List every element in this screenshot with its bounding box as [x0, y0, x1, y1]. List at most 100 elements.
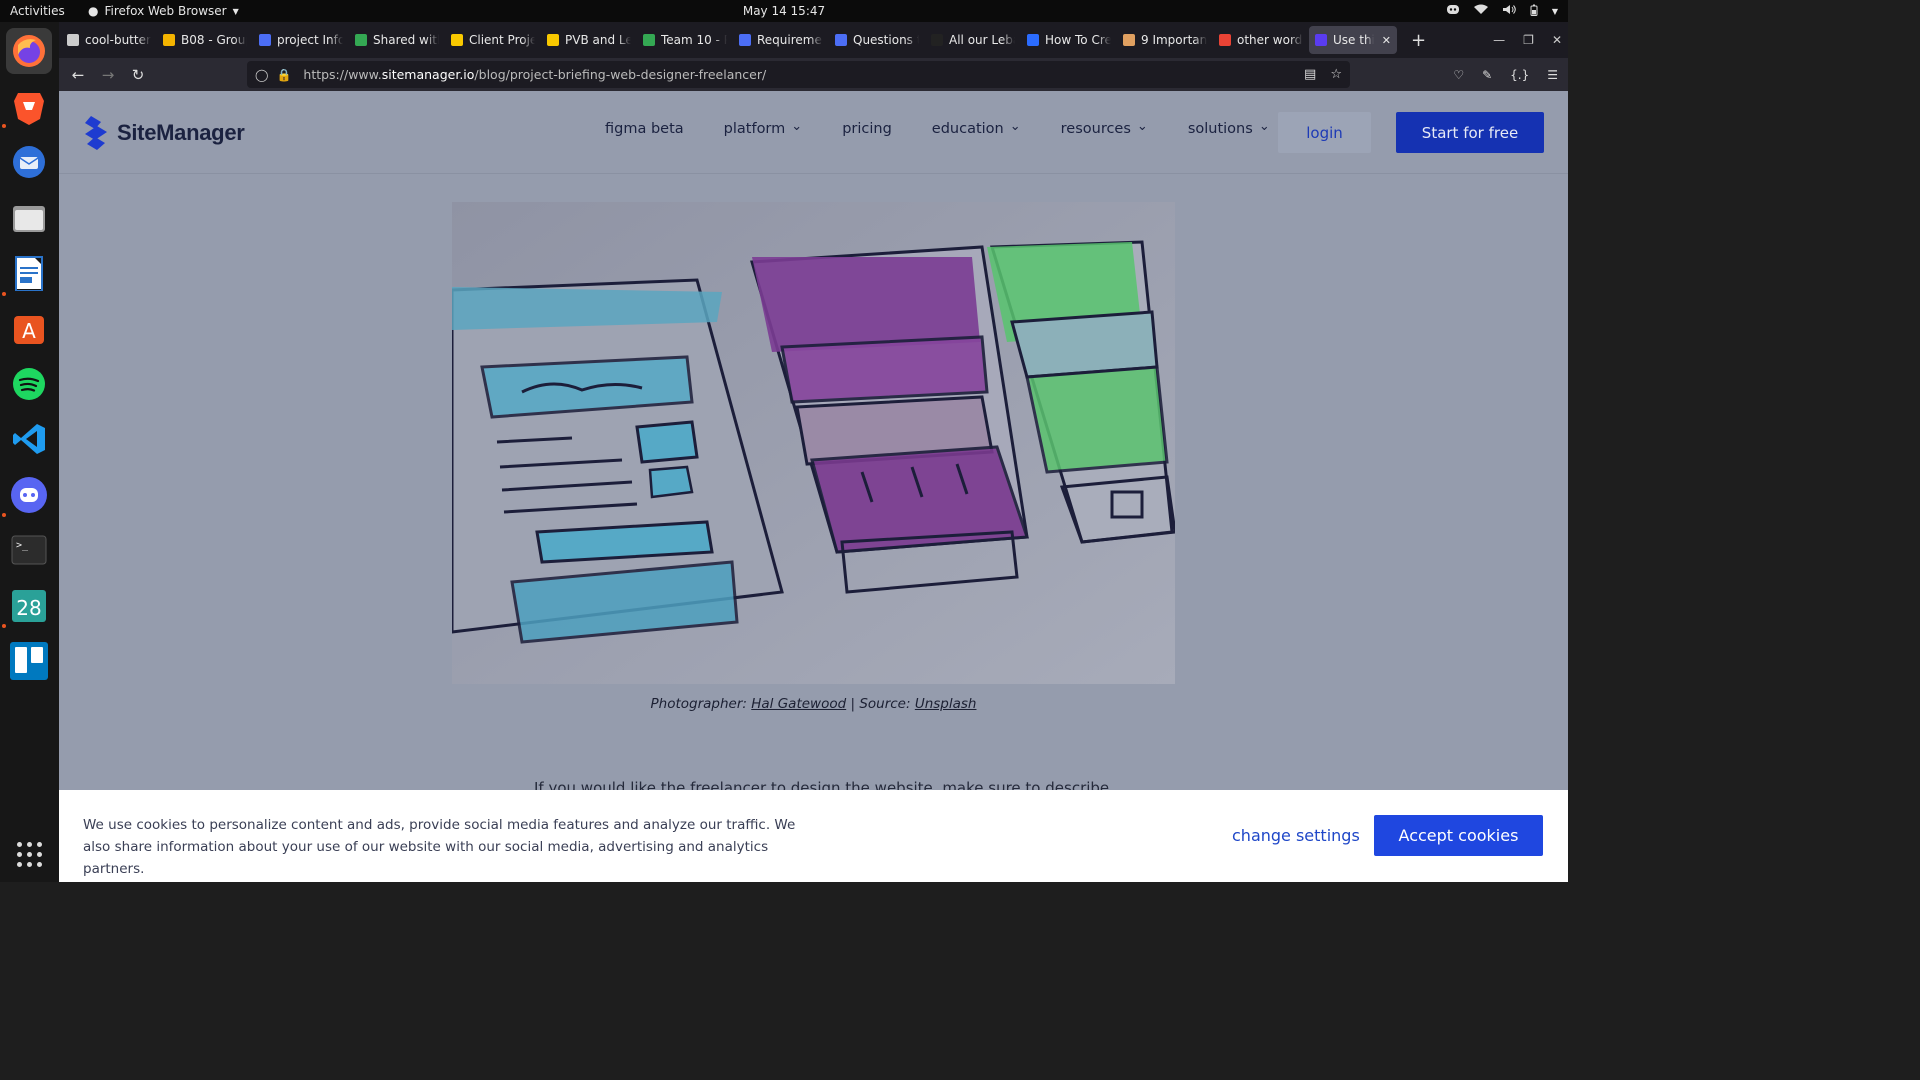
tab-favicon-icon — [259, 34, 271, 46]
tab-label: Use this f — [1333, 33, 1374, 47]
tray-menu-caret-icon[interactable]: ▼ — [1552, 7, 1558, 16]
tab-favicon-icon — [1219, 34, 1231, 46]
writer-icon[interactable] — [6, 250, 52, 296]
browser-tab[interactable]: How To Cre — [1021, 26, 1117, 54]
wireframe-sketch-illustration — [452, 202, 1175, 684]
thunderbird-icon[interactable] — [6, 139, 52, 185]
browser-tab[interactable]: other word — [1213, 26, 1309, 54]
tab-label: How To Cre — [1045, 33, 1111, 47]
svg-text:28: 28 — [16, 596, 41, 620]
tracking-shield-icon[interactable]: ◯ — [255, 68, 268, 82]
tab-label: B08 - Group — [181, 33, 247, 47]
back-icon[interactable]: ← — [63, 66, 93, 84]
show-apps-icon[interactable] — [17, 842, 42, 867]
login-button[interactable]: login — [1278, 112, 1371, 153]
brave-icon[interactable] — [6, 84, 52, 130]
browser-tab[interactable]: B08 - Group — [157, 26, 253, 54]
files-icon[interactable] — [6, 195, 52, 241]
source-link[interactable]: Unsplash — [915, 696, 977, 712]
app-menu[interactable]: ● Firefox Web Browser ▼ — [88, 4, 239, 18]
reload-icon[interactable]: ↻ — [123, 66, 153, 84]
browser-tab[interactable]: Requiremen — [733, 26, 829, 54]
trello-icon[interactable] — [6, 638, 52, 684]
tab-favicon-icon — [163, 34, 175, 46]
tab-favicon-icon — [1315, 34, 1327, 46]
tab-favicon-icon — [1027, 34, 1039, 46]
volume-icon[interactable] — [1502, 4, 1516, 18]
window-controls: — ❐ ✕ — [1493, 22, 1562, 58]
terminal-icon[interactable]: >_ — [6, 527, 52, 573]
tab-strip: cool-butter B08 - Group project Info Shared… — [59, 22, 1568, 58]
running-indicator — [2, 124, 6, 128]
system-top-bar: Activities ● Firefox Web Browser ▼ May 1… — [0, 0, 1568, 22]
nav-item-education[interactable]: education ⌄ — [931, 119, 1021, 138]
browser-tab[interactable]: All our Leba — [925, 26, 1021, 54]
browser-tab[interactable]: cool-butter — [61, 26, 157, 54]
tab-favicon-icon — [1123, 34, 1135, 46]
tab-label: Team 10 - P — [661, 33, 727, 47]
restore-icon[interactable]: ❐ — [1523, 33, 1534, 47]
chevron-down-icon: ⌄ — [1258, 118, 1270, 134]
start-for-free-button[interactable]: Start for free — [1396, 112, 1544, 153]
close-tab-icon[interactable]: ✕ — [1382, 34, 1391, 47]
battery-icon[interactable] — [1530, 4, 1538, 19]
wifi-icon[interactable] — [1473, 4, 1488, 18]
hamburger-menu-icon[interactable]: ☰ — [1547, 68, 1558, 82]
accept-cookies-button[interactable]: Accept cookies — [1374, 815, 1543, 856]
pocket-icon[interactable]: ♡ — [1453, 68, 1464, 82]
tab-label: other word — [1237, 33, 1303, 47]
browser-tab[interactable]: Shared with — [349, 26, 445, 54]
cookie-banner: We use cookies to personalize content an… — [59, 790, 1568, 882]
site-logo[interactable]: SiteManager — [83, 115, 245, 151]
firefox-icon[interactable] — [6, 28, 52, 74]
nav-item-solutions[interactable]: solutions ⌄ — [1188, 118, 1270, 138]
chevron-down-icon: ⌄ — [791, 118, 803, 134]
lock-icon[interactable]: 🔒 — [276, 68, 291, 82]
calendar-icon[interactable]: 28 — [6, 583, 52, 629]
nav-item-label: education — [931, 121, 1004, 137]
extension-braces-icon[interactable]: {.} — [1510, 68, 1529, 82]
site-nav: figma beta platform ⌄ pricing education ⌄ reso… — [605, 118, 1310, 138]
tab-favicon-icon — [355, 34, 367, 46]
browser-tab[interactable]: Use this f ✕ — [1309, 26, 1397, 54]
sitemanager-logo-icon — [85, 116, 107, 150]
tab-label: project Info — [277, 33, 343, 47]
browser-tab[interactable]: project Info — [253, 26, 349, 54]
cookie-message: We use cookies to personalize content an… — [83, 817, 796, 877]
photographer-link[interactable]: Hal Gatewood — [751, 696, 846, 712]
dock: A >_ 28 — [0, 22, 59, 882]
discord-tray-icon[interactable] — [1446, 4, 1460, 18]
address-bar[interactable]: ◯ 🔒 https://www.sitemanager.io/blog/proj… — [247, 61, 1350, 88]
new-tab-button[interactable]: + — [1411, 30, 1426, 51]
system-tray[interactable]: ▼ — [1446, 0, 1558, 22]
minimize-icon[interactable]: — — [1493, 33, 1505, 47]
spotify-icon[interactable] — [6, 361, 52, 407]
activities-button[interactable]: Activities — [0, 4, 80, 18]
nav-item-platform[interactable]: platform ⌄ — [724, 118, 803, 138]
tab-favicon-icon — [931, 34, 943, 46]
tab-label: Client Proje — [469, 33, 535, 47]
browser-tab[interactable]: Client Proje — [445, 26, 541, 54]
vscode-icon[interactable] — [6, 416, 52, 462]
nav-item-figma-beta[interactable]: figma beta — [605, 121, 684, 137]
browser-tab[interactable]: 9 Important — [1117, 26, 1213, 54]
tab-label: 9 Important — [1141, 33, 1207, 47]
tab-favicon-icon — [835, 34, 847, 46]
browser-tab[interactable]: Team 10 - P — [637, 26, 733, 54]
nav-item-resources[interactable]: resources ⌄ — [1061, 119, 1148, 138]
app-center-icon[interactable]: A — [6, 305, 52, 351]
bookmark-star-icon[interactable]: ☆ — [1330, 67, 1342, 82]
discord-icon[interactable] — [6, 472, 52, 518]
browser-tab[interactable]: Questions t — [829, 26, 925, 54]
tab-favicon-icon — [67, 34, 79, 46]
close-window-icon[interactable]: ✕ — [1552, 33, 1562, 47]
reader-view-icon[interactable]: ▤ — [1304, 67, 1316, 82]
nav-item-pricing[interactable]: pricing — [842, 121, 892, 137]
browser-tab[interactable]: PVB and Le — [541, 26, 637, 54]
running-indicator — [2, 292, 6, 296]
extension-pen-icon[interactable]: ✎ — [1482, 68, 1492, 82]
change-settings-link[interactable]: change settings — [1232, 826, 1360, 845]
nav-toolbar: ← → ↻ ◯ 🔒 https://www.sitemanager.io/blo… — [59, 58, 1568, 91]
url-text[interactable]: https://www.sitemanager.io/blog/project-… — [303, 67, 766, 82]
forward-icon[interactable]: → — [93, 66, 123, 84]
